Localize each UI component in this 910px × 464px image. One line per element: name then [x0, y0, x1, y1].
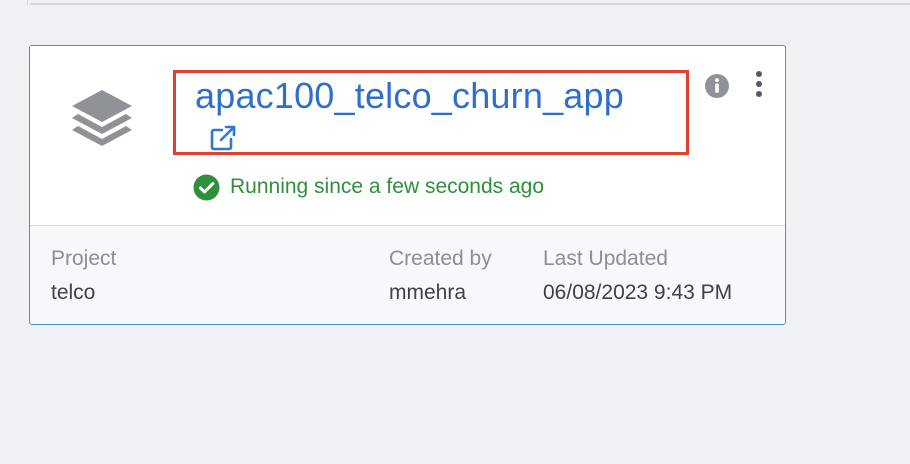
left-divider [27, 0, 28, 5]
card-header: apac100_telco_churn_app Running since a … [30, 46, 785, 225]
project-label: Project [51, 247, 117, 270]
stacked-layers-icon [72, 90, 132, 146]
info-icon[interactable] [704, 73, 730, 99]
status-text: Running since a few seconds ago [230, 175, 545, 198]
last-updated-meta: Last Updated 06/08/2023 9:43 PM [543, 244, 732, 308]
last-updated-value: 06/08/2023 9:43 PM [543, 281, 733, 304]
created-by-meta: Created by mmehra [389, 244, 492, 308]
external-link-icon[interactable] [209, 124, 239, 152]
project-meta: Project telco [51, 244, 116, 308]
application-card[interactable]: apac100_telco_churn_app Running since a … [29, 45, 786, 325]
card-metadata-footer: Project telco Created by mmehra Last Upd… [30, 225, 785, 324]
vertical-dots-icon[interactable] [748, 70, 770, 100]
status-row: Running since a few seconds ago [193, 172, 544, 202]
check-circle-icon [193, 174, 220, 200]
created-by-value: mmehra [389, 281, 467, 304]
created-by-label: Created by [389, 247, 492, 270]
project-value: telco [51, 281, 96, 304]
top-divider [30, 3, 910, 5]
last-updated-label: Last Updated [543, 247, 668, 270]
application-title-link[interactable]: apac100_telco_churn_app [195, 75, 624, 117]
